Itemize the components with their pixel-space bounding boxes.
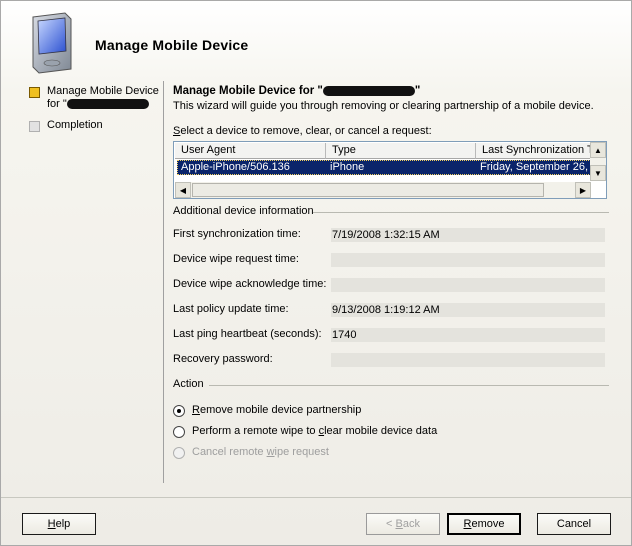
wizard-content: Manage Mobile Device for " " This wizard … <box>173 85 609 459</box>
info-label: Recovery password: <box>173 353 273 365</box>
radio-label: Cancel remote wipe request <box>192 446 329 458</box>
section-title: Additional device information <box>173 205 314 217</box>
action-section: Action <box>173 378 609 392</box>
section-title: Action <box>173 378 204 390</box>
redacted-device-name <box>66 99 149 110</box>
info-value: 9/13/2008 1:19:12 AM <box>331 303 605 317</box>
device-list-label: Select a device to remove, clear, or can… <box>173 125 609 139</box>
button-label: elp <box>55 518 71 530</box>
label-text: elect a device to remove, clear, or canc… <box>180 125 432 137</box>
button-label: < <box>386 518 396 530</box>
step-completion: Completion <box>29 119 161 132</box>
section-divider <box>313 212 609 213</box>
footer-divider <box>1 497 631 498</box>
label-text: emove mobile device partnership <box>199 404 362 416</box>
info-first-sync: First synchronization time: 7/19/2008 1:… <box>173 228 605 242</box>
step-label-line1: Manage Mobile Device <box>47 85 159 97</box>
info-ping-heartbeat: Last ping heartbeat (seconds): 1740 <box>173 328 605 342</box>
scroll-up-icon[interactable]: ▲ <box>590 142 606 158</box>
info-label: Last policy update time: <box>173 303 289 315</box>
label-text: Perform a remote wipe to <box>192 425 319 437</box>
remove-button[interactable]: Remove <box>447 513 521 535</box>
page-description: This wizard will guide you through remov… <box>173 100 594 112</box>
pocket-pc-icon <box>29 11 73 75</box>
radio-label[interactable]: Perform a remote wipe to clear mobile de… <box>192 425 437 437</box>
step-manage-mobile-device: Manage Mobile Device for " <box>29 85 161 111</box>
device-list[interactable]: User Agent Type Last Synchronization T A… <box>173 141 607 199</box>
additional-info-section: Additional device information <box>173 205 609 219</box>
scrollbar-thumb[interactable] <box>192 183 544 197</box>
radio-unchecked-icon[interactable] <box>173 426 185 438</box>
label-text: ipe request <box>274 446 329 458</box>
scroll-left-icon[interactable]: ◀ <box>175 182 191 198</box>
step-label: Manage Mobile Device for " <box>47 85 161 111</box>
cell-last-sync: Friday, September 26, 2 <box>480 161 590 173</box>
button-label: emove <box>471 518 505 530</box>
mnemonic: R <box>192 404 200 416</box>
step-label-prefix: for " <box>47 98 67 110</box>
list-header: User Agent Type Last Synchronization T <box>175 143 591 159</box>
page-heading: Manage Mobile Device for " " <box>173 85 609 100</box>
wizard-title: Manage Mobile Device <box>95 37 249 53</box>
info-recovery-password: Recovery password: <box>173 353 605 367</box>
info-value <box>331 353 605 367</box>
radio-disabled-icon <box>173 447 185 459</box>
radio-cancel-wipe: Cancel remote wipe request <box>173 446 513 460</box>
back-button: < Back <box>366 513 440 535</box>
column-user-agent[interactable]: User Agent <box>175 143 326 159</box>
wizard-window: Manage Mobile Device Manage Mobile Devic… <box>0 0 632 546</box>
current-step-icon <box>29 87 40 98</box>
info-value <box>331 278 605 292</box>
info-policy-update: Last policy update time: 9/13/2008 1:19:… <box>173 303 605 317</box>
section-divider <box>209 385 609 386</box>
info-wipe-request: Device wipe request time: <box>173 253 605 267</box>
cell-user-agent: Apple-iPhone/506.136 <box>181 161 290 173</box>
wizard-header: Manage Mobile Device <box>1 1 631 81</box>
redacted-device-name <box>322 85 415 96</box>
vertical-scrollbar[interactable]: ▲ ▼ <box>590 142 606 181</box>
radio-remove-partnership[interactable]: Remove mobile device partnership <box>173 404 513 418</box>
info-wipe-ack: Device wipe acknowledge time: <box>173 278 605 292</box>
vertical-divider <box>163 81 164 483</box>
info-label: Device wipe request time: <box>173 253 299 265</box>
step-label: Completion <box>47 119 103 131</box>
radio-remote-wipe[interactable]: Perform a remote wipe to clear mobile de… <box>173 425 513 439</box>
horizontal-scrollbar[interactable]: ◀ ▶ <box>175 182 591 198</box>
mnemonic: w <box>266 446 275 458</box>
pending-step-icon <box>29 121 40 132</box>
info-value <box>331 253 605 267</box>
table-row[interactable]: Apple-iPhone/506.136 iPhone Friday, Sept… <box>177 160 591 175</box>
radio-label[interactable]: Remove mobile device partnership <box>192 404 361 416</box>
cancel-button[interactable]: Cancel <box>537 513 611 535</box>
radio-checked-icon[interactable] <box>173 405 185 417</box>
label-text: lear mobile device data <box>324 425 438 437</box>
heading-quote: " <box>414 85 421 97</box>
info-label: Device wipe acknowledge time: <box>173 278 327 290</box>
info-label: First synchronization time: <box>173 228 301 240</box>
help-button[interactable]: Help <box>22 513 96 535</box>
column-type[interactable]: Type <box>326 143 476 159</box>
scroll-down-icon[interactable]: ▼ <box>590 165 606 181</box>
button-label: ack <box>402 518 420 530</box>
column-last-sync[interactable]: Last Synchronization T <box>476 143 591 159</box>
label-text: Cancel remote <box>192 446 267 458</box>
mnemonic: B <box>395 518 403 530</box>
scroll-right-icon[interactable]: ▶ <box>575 182 591 198</box>
mnemonic: H <box>47 518 56 530</box>
info-value: 7/19/2008 1:32:15 AM <box>331 228 605 242</box>
info-label: Last ping heartbeat (seconds): <box>173 328 322 340</box>
cell-type: iPhone <box>330 161 365 173</box>
info-value: 1740 <box>331 328 605 342</box>
wizard-steps: Manage Mobile Device for " Completion <box>29 85 161 140</box>
heading-text: Manage Mobile Device for " <box>173 85 323 97</box>
